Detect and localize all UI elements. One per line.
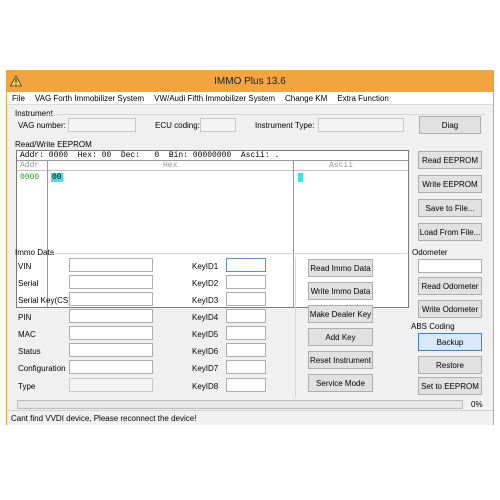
keyid8-field[interactable] <box>226 378 266 392</box>
status-bar: Cant find VVDI device, Please reconnect … <box>7 410 493 425</box>
keyid2-label: KeyID2 <box>192 279 219 288</box>
odometer-field[interactable] <box>418 259 482 273</box>
progress-percent-text: 0% <box>471 400 483 409</box>
abs-coding-group-label: ABS Coding <box>411 322 455 331</box>
serial-label: Serial <box>18 279 39 288</box>
menu-extra-function[interactable]: Extra Function <box>332 92 394 103</box>
instrument-type-field[interactable] <box>318 118 404 132</box>
vin-label: VIN <box>18 262 32 271</box>
reset-instrument-button[interactable]: Reset Instrument <box>308 351 373 369</box>
type-label: Type <box>18 382 36 391</box>
serial-key-label: Serial Key(CS) <box>18 296 71 305</box>
keyid5-field[interactable] <box>226 326 266 340</box>
menu-file[interactable]: File <box>7 92 30 103</box>
keyid8-label: KeyID8 <box>192 382 219 391</box>
service-mode-button[interactable]: Service Mode <box>308 374 373 392</box>
save-to-file-button[interactable]: Save to File... <box>418 199 482 217</box>
add-key-button[interactable]: Add Key <box>308 328 373 346</box>
addr-column-divider <box>47 161 48 307</box>
mac-field[interactable] <box>69 326 153 340</box>
read-eeprom-button[interactable]: Read EEPROM <box>418 151 482 169</box>
keyid6-field[interactable] <box>226 343 266 357</box>
restore-button[interactable]: Restore <box>418 356 482 374</box>
vin-field[interactable] <box>69 258 153 272</box>
ecu-coding-field[interactable] <box>200 118 236 132</box>
keyid2-field[interactable] <box>226 275 266 289</box>
main-window: IMMO Plus 13.6 File VAG Forth Immobilizer… <box>6 70 494 425</box>
keyid1-field[interactable] <box>226 258 266 272</box>
vag-number-field[interactable] <box>68 118 136 132</box>
keyid6-label: KeyID6 <box>192 347 219 356</box>
configuration-label: Configuration <box>18 364 66 373</box>
keyid3-field[interactable] <box>226 292 266 306</box>
vag-number-label: VAG number: <box>18 121 66 130</box>
immo-group-border <box>49 253 407 254</box>
keyid7-label: KeyID7 <box>192 364 219 373</box>
backup-button[interactable]: Backup <box>418 333 482 351</box>
load-from-file-button[interactable]: Load From File... <box>418 223 482 241</box>
col-ascii-header: Ascii <box>329 161 354 170</box>
status-field[interactable] <box>69 343 153 357</box>
menu-vag-forth[interactable]: VAG Forth Immobilizer System <box>30 92 149 103</box>
instrument-type-label: Instrument Type: <box>255 121 315 130</box>
progress-bar <box>17 400 463 409</box>
menu-bar: File VAG Forth Immobilizer System VW/Audi … <box>7 92 493 105</box>
ascii-cell-selected[interactable]: . <box>298 173 303 182</box>
window-title: IMMO Plus 13.6 <box>214 76 286 87</box>
mac-label: MAC <box>18 330 36 339</box>
title-bar[interactable]: IMMO Plus 13.6 <box>7 71 493 92</box>
ascii-column-divider <box>293 161 294 307</box>
set-to-eeprom-button[interactable]: Set to EEPROM <box>418 377 482 395</box>
write-eeprom-button[interactable]: Write EEPROM <box>418 175 482 193</box>
diag-button[interactable]: Diag <box>419 116 481 134</box>
serial-key-field[interactable] <box>69 292 153 306</box>
read-odometer-button[interactable]: Read Odometer <box>418 277 482 295</box>
make-dealer-key-button[interactable]: Make Dealer Key <box>308 305 373 323</box>
keyid4-label: KeyID4 <box>192 313 219 322</box>
status-label: Status <box>18 347 41 356</box>
eeprom-group-label: Read/Write EEPROM <box>15 140 92 149</box>
keyid7-field[interactable] <box>226 360 266 374</box>
menu-change-km[interactable]: Change KM <box>280 92 332 103</box>
hex-cell-selected[interactable]: 00 <box>51 173 63 182</box>
read-immo-data-button[interactable]: Read Immo Data <box>308 259 373 277</box>
write-odometer-button[interactable]: Write Odometer <box>418 300 482 318</box>
keyid3-label: KeyID3 <box>192 296 219 305</box>
odometer-group-label: Odometer <box>412 248 448 257</box>
menu-vw-audi-fifth[interactable]: VW/Audi Fifth Immobilizer System <box>149 92 280 103</box>
pin-label: PIN <box>18 313 32 322</box>
eeprom-header-line: Addr: 0000 Hex: 00 Dec: 0 Bin: 00000000 … <box>17 151 408 161</box>
keyid1-label: KeyID1 <box>192 262 219 271</box>
instrument-group-border <box>45 114 485 115</box>
configuration-field[interactable] <box>69 360 153 374</box>
pin-field[interactable] <box>69 309 153 323</box>
col-addr-header: Addr <box>20 161 40 170</box>
col-hex-header: Hex <box>163 161 178 170</box>
serial-field[interactable] <box>69 275 153 289</box>
row-address: 0000 <box>20 173 40 182</box>
eeprom-column-header: Addr Hex Ascii <box>17 161 408 171</box>
ecu-coding-label: ECU coding: <box>155 121 200 130</box>
type-field[interactable] <box>69 378 153 392</box>
keyid5-label: KeyID5 <box>192 330 219 339</box>
immo-buttons-divider <box>295 257 296 397</box>
keyid4-field[interactable] <box>226 309 266 323</box>
status-message: Cant find VVDI device, Please reconnect … <box>11 414 197 423</box>
write-immo-data-button[interactable]: Write Immo Data <box>308 282 373 300</box>
